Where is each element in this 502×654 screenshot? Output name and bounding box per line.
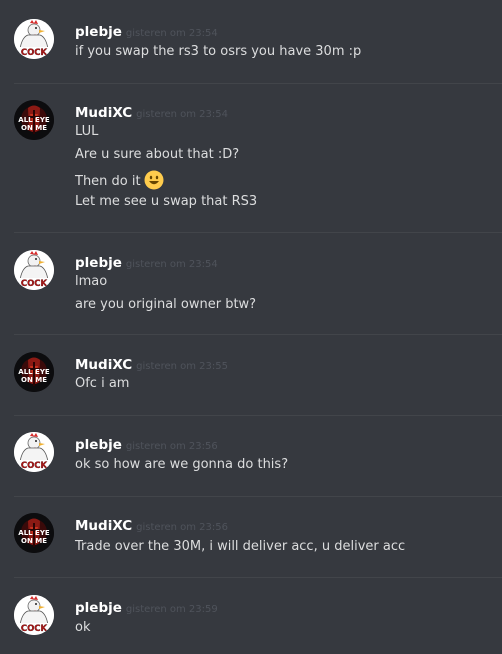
- avatar[interactable]: COCK: [14, 595, 54, 635]
- avatar[interactable]: ALL EYE ON ME: [14, 513, 54, 553]
- avatar[interactable]: COCK: [14, 19, 54, 59]
- timestamp[interactable]: gisteren om 23:55: [136, 361, 228, 372]
- message-divider: [14, 577, 502, 578]
- message-header: MudiXC gisteren om 23:54: [75, 102, 228, 122]
- avatar-text: COCK: [21, 461, 48, 471]
- chicken-avatar-icon: COCK: [14, 19, 54, 59]
- avatar-text: COCK: [21, 48, 48, 58]
- message-text: ok so how are we gonna do this?: [75, 457, 289, 472]
- avatar[interactable]: COCK: [14, 250, 54, 290]
- username[interactable]: plebje: [75, 600, 122, 616]
- avatar-text-top: ALL EYE: [18, 529, 50, 537]
- chicken-avatar-icon: COCK: [14, 432, 54, 472]
- username[interactable]: MudiXC: [75, 105, 132, 121]
- message-text: Trade over the 30M, i will deliver acc, …: [75, 539, 406, 554]
- demon-avatar-icon: ALL EYE ON ME: [14, 513, 54, 553]
- avatar[interactable]: ALL EYE ON ME: [14, 352, 54, 392]
- avatar-text-bottom: ON ME: [21, 376, 47, 384]
- message-header: MudiXC gisteren om 23:56: [75, 515, 228, 535]
- message-text: Let me see u swap that RS3: [75, 194, 258, 209]
- demon-avatar-icon: ALL EYE ON ME: [14, 100, 54, 140]
- message-text: ok: [75, 620, 91, 635]
- message-text: Then do it: [75, 170, 164, 190]
- message-header: plebje gisteren om 23:59: [75, 597, 218, 617]
- message-text-content: Then do it: [75, 174, 141, 189]
- message-text: Ofc i am: [75, 376, 130, 391]
- avatar[interactable]: ALL EYE ON ME: [14, 100, 54, 140]
- username[interactable]: plebje: [75, 24, 122, 40]
- username[interactable]: plebje: [75, 437, 122, 453]
- timestamp[interactable]: gisteren om 23:56: [126, 441, 218, 452]
- message-header: MudiXC gisteren om 23:55: [75, 354, 228, 374]
- username[interactable]: plebje: [75, 255, 122, 271]
- message-divider: [14, 83, 502, 84]
- demon-avatar-icon: ALL EYE ON ME: [14, 352, 54, 392]
- avatar-text-top: ALL EYE: [18, 368, 50, 376]
- timestamp[interactable]: gisteren om 23:54: [126, 28, 218, 39]
- chicken-avatar-icon: COCK: [14, 595, 54, 635]
- message-text: are you original owner btw?: [75, 297, 257, 312]
- avatar[interactable]: COCK: [14, 432, 54, 472]
- message-divider: [14, 232, 502, 233]
- message-header: plebje gisteren om 23:54: [75, 21, 218, 41]
- timestamp[interactable]: gisteren om 23:56: [136, 522, 228, 533]
- timestamp[interactable]: gisteren om 23:54: [136, 109, 228, 120]
- message-header: plebje gisteren om 23:54: [75, 252, 218, 272]
- chicken-avatar-icon: COCK: [14, 250, 54, 290]
- timestamp[interactable]: gisteren om 23:59: [126, 604, 218, 615]
- message-divider: [14, 415, 502, 416]
- message-header: plebje gisteren om 23:56: [75, 434, 218, 454]
- message-text: Are u sure about that :D?: [75, 147, 240, 162]
- avatar-text-top: ALL EYE: [18, 116, 50, 124]
- message-text: lmao: [75, 274, 108, 289]
- message-text: if you swap the rs3 to osrs you have 30m…: [75, 44, 362, 59]
- username[interactable]: MudiXC: [75, 518, 132, 534]
- avatar-text-bottom: ON ME: [21, 537, 47, 545]
- avatar-text: COCK: [21, 279, 48, 289]
- avatar-text: COCK: [21, 624, 48, 634]
- message-divider: [14, 496, 502, 497]
- timestamp[interactable]: gisteren om 23:54: [126, 259, 218, 270]
- avatar-text-bottom: ON ME: [21, 124, 47, 132]
- message-divider: [14, 334, 502, 335]
- smiley-emoji-icon: [144, 170, 164, 190]
- message-text: LUL: [75, 124, 99, 139]
- username[interactable]: MudiXC: [75, 357, 132, 373]
